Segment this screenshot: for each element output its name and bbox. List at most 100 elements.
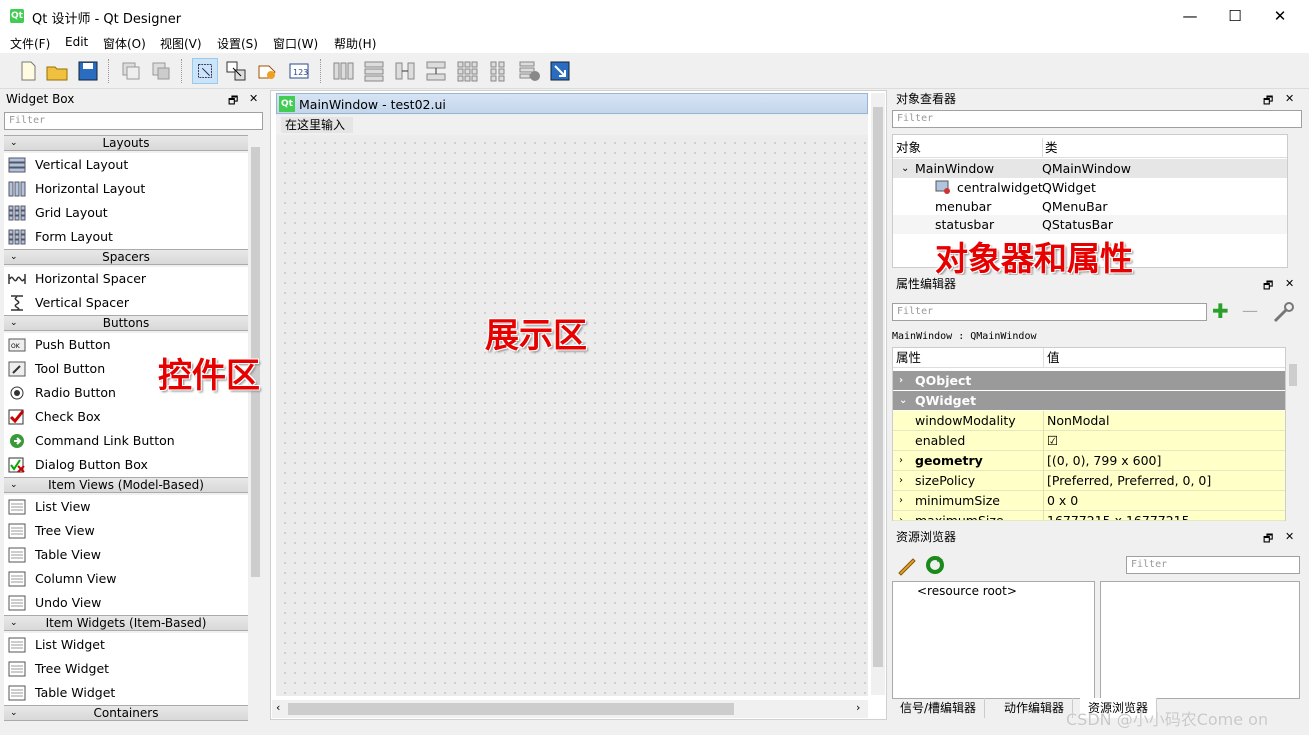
scrollbar-thumb[interactable] — [288, 703, 734, 715]
property-row[interactable]: windowModality NonModal — [893, 411, 1285, 431]
resource-root[interactable]: <resource root> — [917, 584, 1017, 598]
widget-item[interactable]: Table Widget — [4, 681, 248, 705]
expand-arrow-icon[interactable]: ⌄ — [10, 478, 18, 492]
property-row[interactable]: › sizePolicy [Preferred, Preferred, 0, 0] — [893, 471, 1285, 491]
close-icon[interactable]: ✕ — [249, 92, 258, 105]
property-row[interactable]: › minimumSize 0 x 0 — [893, 491, 1285, 511]
close-icon[interactable]: ✕ — [1285, 92, 1294, 105]
menu-type-here[interactable]: 在这里输入 — [281, 117, 353, 133]
close-button[interactable]: ✕ — [1257, 0, 1303, 32]
property-row[interactable]: › geometry [(0, 0), 799 x 600] — [893, 451, 1285, 471]
remove-property-icon[interactable]: — — [1242, 301, 1258, 320]
new-file-icon[interactable] — [15, 58, 41, 84]
property-scrollbar[interactable] — [1287, 348, 1299, 520]
property-value[interactable]: 0 x 0 — [1043, 491, 1078, 511]
tree-row[interactable]: menubar QMenuBar — [893, 197, 1287, 216]
float-icon[interactable]: 🗗 — [1263, 277, 1273, 296]
widget-box-scrollbar[interactable] — [249, 135, 262, 715]
widget-item[interactable]: Table View — [4, 543, 248, 567]
tab-signal-slot-editor[interactable]: 信号/槽编辑器 — [892, 698, 986, 718]
menu-form[interactable]: 窗体(O) — [103, 35, 146, 52]
layout-v-splitter-icon[interactable] — [423, 58, 449, 84]
expand-arrow-icon[interactable]: › — [899, 471, 903, 491]
property-row[interactable]: › maximumSize 16777215 x 16777215 — [893, 511, 1285, 521]
menu-edit[interactable]: Edit — [65, 35, 88, 49]
tab-action-editor[interactable]: 动作编辑器 — [996, 698, 1074, 718]
menu-window[interactable]: 窗口(W) — [273, 35, 318, 52]
widget-item[interactable]: Grid Layout — [4, 201, 248, 225]
widget-item[interactable]: Tree Widget — [4, 657, 248, 681]
widget-item[interactable]: Tree View — [4, 519, 248, 543]
configure-wrench-icon[interactable] — [1271, 301, 1297, 325]
adjust-size-icon[interactable] — [547, 58, 573, 84]
expand-arrow-icon[interactable]: ⌄ — [10, 616, 18, 630]
property-group-qwidget[interactable]: ⌄ QWidget — [893, 391, 1285, 410]
widget-category[interactable]: ⌄ Spacers — [4, 249, 248, 265]
widget-filter-input[interactable]: Filter — [4, 112, 263, 130]
add-property-icon[interactable]: ✚ — [1212, 299, 1229, 323]
widget-item[interactable]: Command Link Button — [4, 429, 248, 453]
property-row[interactable]: enabled ☑ — [893, 431, 1285, 451]
expand-arrow-icon[interactable]: › — [899, 451, 903, 471]
property-value[interactable]: ☑ — [1043, 431, 1058, 451]
copy-icon[interactable] — [118, 58, 144, 84]
widget-item[interactable]: Vertical Spacer — [4, 291, 248, 315]
save-icon[interactable] — [75, 58, 101, 84]
expand-arrow-icon[interactable]: ⌄ — [901, 159, 909, 178]
design-vertical-scrollbar[interactable] — [871, 93, 885, 695]
property-value[interactable]: [(0, 0), 799 x 600] — [1043, 451, 1161, 471]
scrollbar-thumb[interactable] — [1289, 364, 1297, 386]
widget-item[interactable]: Form Layout — [4, 225, 248, 249]
property-value[interactable]: 16777215 x 16777215 — [1043, 511, 1190, 520]
form-surface[interactable] — [276, 114, 868, 696]
widget-item[interactable]: List Widget — [4, 633, 248, 657]
reload-icon[interactable] — [924, 554, 946, 576]
layout-form-icon[interactable] — [485, 58, 511, 84]
layout-h-splitter-icon[interactable] — [392, 58, 418, 84]
edit-widgets-icon[interactable] — [192, 58, 218, 84]
widget-category[interactable]: ⌄ Containers — [4, 705, 248, 721]
menu-file[interactable]: 文件(F) — [10, 35, 50, 52]
maximize-button[interactable]: ☐ — [1212, 0, 1258, 32]
menu-view[interactable]: 视图(V) — [160, 35, 202, 52]
scrollbar-thumb[interactable] — [873, 107, 883, 667]
resource-filter-input[interactable]: Filter — [1126, 556, 1300, 574]
widget-category[interactable]: ⌄ Buttons — [4, 315, 248, 331]
object-filter-input[interactable]: Filter — [892, 110, 1302, 128]
widget-category[interactable]: ⌄ Item Views (Model-Based) — [4, 477, 248, 493]
property-value[interactable]: [Preferred, Preferred, 0, 0] — [1043, 471, 1211, 491]
scroll-left-icon[interactable]: ‹ — [276, 701, 280, 714]
float-icon[interactable]: 🗗 — [228, 92, 238, 111]
edit-tab-order-icon[interactable]: 123 — [286, 58, 312, 84]
edit-signals-icon[interactable] — [223, 58, 249, 84]
expand-arrow-icon[interactable]: › — [899, 371, 903, 390]
expand-arrow-icon[interactable]: ⌄ — [10, 250, 18, 264]
expand-arrow-icon[interactable]: ⌄ — [10, 316, 18, 330]
tree-row[interactable]: centralwidget QWidget — [893, 178, 1287, 197]
layout-vertical-icon[interactable] — [361, 58, 387, 84]
minimize-button[interactable]: — — [1167, 0, 1213, 32]
widget-item[interactable]: Undo View — [4, 591, 248, 615]
property-group-qobject[interactable]: › QObject — [893, 371, 1285, 390]
widget-item[interactable]: Vertical Layout — [4, 153, 248, 177]
tree-row[interactable]: ⌄ MainWindow QMainWindow — [893, 159, 1287, 178]
layout-horizontal-icon[interactable] — [330, 58, 356, 84]
edit-buddies-icon[interactable] — [254, 58, 280, 84]
float-icon[interactable]: 🗗 — [1263, 92, 1273, 111]
expand-arrow-icon[interactable]: ⌄ — [899, 391, 907, 410]
design-horizontal-scrollbar[interactable]: ‹ › — [272, 700, 868, 718]
layout-grid-icon[interactable] — [454, 58, 480, 84]
property-value[interactable]: NonModal — [1043, 411, 1109, 431]
edit-resources-icon[interactable] — [896, 554, 918, 576]
expand-arrow-icon[interactable]: ⌄ — [10, 136, 18, 150]
paste-icon[interactable] — [148, 58, 174, 84]
menu-settings[interactable]: 设置(S) — [217, 35, 258, 52]
widget-category[interactable]: ⌄ Item Widgets (Item-Based) — [4, 615, 248, 631]
expand-arrow-icon[interactable]: ⌄ — [10, 706, 18, 720]
expand-arrow-icon[interactable]: › — [899, 511, 903, 520]
scroll-right-icon[interactable]: › — [856, 701, 860, 714]
widget-item[interactable]: Check Box — [4, 405, 248, 429]
widget-item[interactable]: Horizontal Layout — [4, 177, 248, 201]
close-icon[interactable]: ✕ — [1285, 277, 1294, 290]
float-icon[interactable]: 🗗 — [1263, 530, 1273, 549]
